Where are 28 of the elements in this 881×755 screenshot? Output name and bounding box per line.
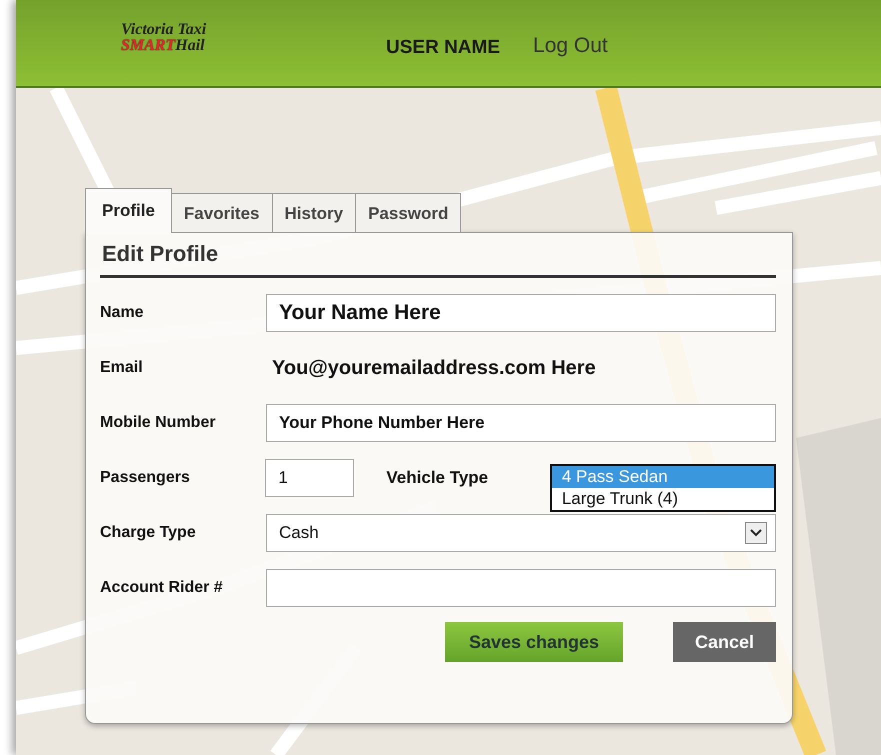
dropdown-field[interactable]: Cash: [266, 514, 776, 552]
input-field[interactable]: Your Phone Number Here: [266, 404, 776, 442]
field-label: Vehicle Type: [386, 468, 490, 488]
cancel-button[interactable]: Cancel: [673, 622, 776, 662]
save-button[interactable]: Saves changes: [445, 622, 623, 662]
caret-icon: [745, 522, 767, 544]
logo-wordmark: SMARTHail: [121, 38, 205, 54]
field-label: Mobile Number: [100, 414, 217, 432]
field-label: Email: [100, 359, 144, 377]
section-title: Edit Profile: [100, 241, 776, 278]
field-label: Passengers: [100, 469, 191, 487]
tab[interactable]: History: [272, 193, 356, 232]
field-label: Name: [100, 304, 145, 322]
field-label: Account Rider #: [100, 579, 224, 597]
tab[interactable]: Favorites: [170, 193, 272, 232]
dropdown-option[interactable]: Large Trunk (4): [552, 488, 774, 510]
number-field[interactable]: 1: [265, 459, 354, 497]
tab[interactable]: Profile: [85, 188, 172, 233]
dropdown-value: Cash: [279, 523, 319, 543]
logo-wordmark: Victoria Taxi: [121, 22, 206, 38]
tab[interactable]: Password: [355, 193, 462, 232]
input-field[interactable]: Your Name Here: [266, 294, 776, 332]
user-name: USER NAME: [386, 37, 500, 59]
logout-link[interactable]: Log Out: [533, 34, 608, 58]
email-value: You@youremailaddress.com Here: [271, 356, 596, 380]
input-field[interactable]: [266, 569, 776, 607]
field-label: Charge Type: [100, 524, 197, 542]
dropdown-list[interactable]: 4 Pass Sedan Large Trunk (4): [550, 464, 776, 512]
